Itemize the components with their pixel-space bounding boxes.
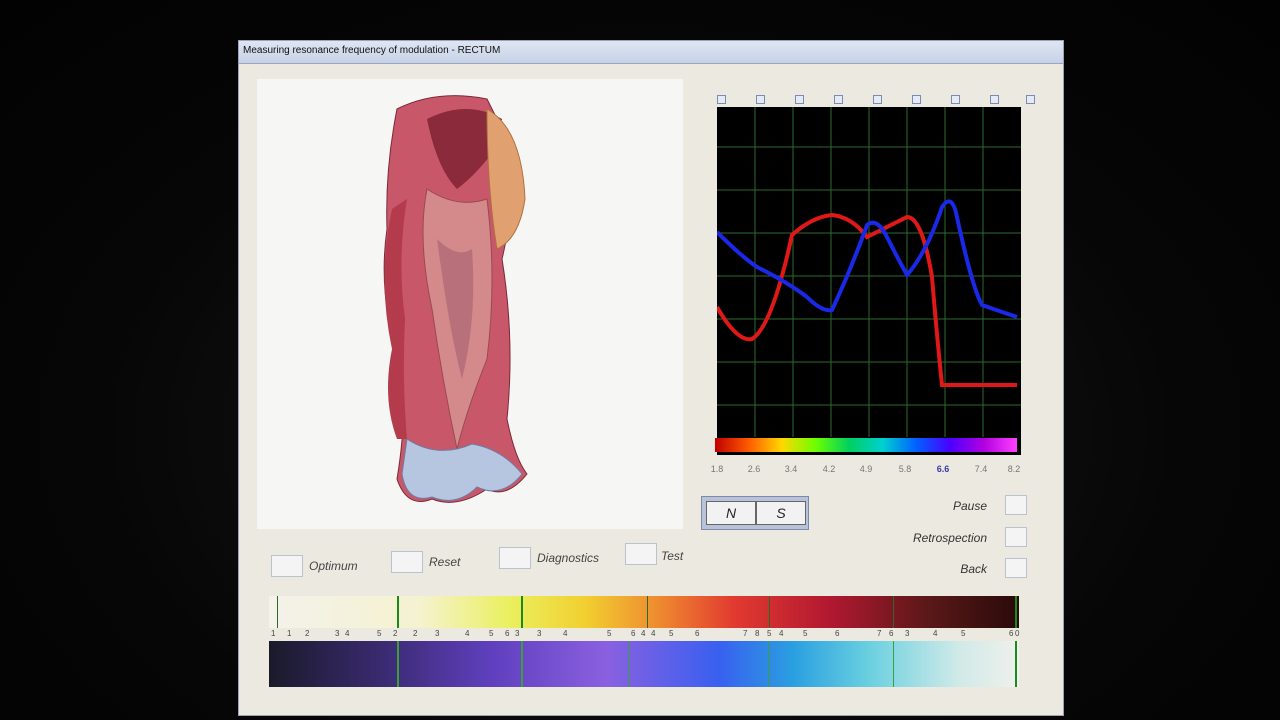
reset-checkbox[interactable] xyxy=(391,551,423,573)
window-title: Measuring resonance frequency of modulat… xyxy=(243,45,501,56)
graph-tick-label: 1.8 xyxy=(710,464,724,474)
spectrum-line xyxy=(647,596,648,628)
freq-number: 6 xyxy=(695,629,700,638)
spectrum-line xyxy=(521,641,523,687)
spectrum-line xyxy=(893,641,894,687)
graph-tick-label: 2.6 xyxy=(747,464,761,474)
frequency-marker[interactable] xyxy=(912,95,921,104)
graph-tick-label-active: 6.6 xyxy=(936,464,950,474)
test-label: Test xyxy=(661,549,684,563)
spectrum-line xyxy=(1015,596,1017,628)
red-curve xyxy=(715,212,1017,387)
freq-number: 2 xyxy=(413,629,418,638)
back-checkbox[interactable] xyxy=(1005,558,1027,578)
freq-number: 5 xyxy=(961,629,966,638)
spectrum-line xyxy=(629,641,630,687)
graph-tick-label: 4.9 xyxy=(859,464,873,474)
pause-checkbox[interactable] xyxy=(1005,495,1027,515)
frequency-marker[interactable] xyxy=(834,95,843,104)
frequency-marker[interactable] xyxy=(951,95,960,104)
spectrum-line xyxy=(1015,641,1017,687)
spectrum-line xyxy=(893,596,894,628)
spectrum-line xyxy=(397,596,399,628)
freq-number: 4 xyxy=(651,629,656,638)
spectrum-line xyxy=(397,641,399,687)
frequency-marker[interactable] xyxy=(717,95,726,104)
freq-number: 6 xyxy=(1009,629,1014,638)
freq-number: 3 xyxy=(905,629,910,638)
spectrum-line xyxy=(277,596,278,628)
frequency-spectrum-bottom xyxy=(269,641,1019,687)
test-checkbox[interactable] xyxy=(625,543,657,565)
resonance-graph-svg xyxy=(715,107,1021,437)
freq-number: 1 xyxy=(287,629,292,638)
diagnostics-checkbox[interactable] xyxy=(499,547,531,569)
freq-number: 3 xyxy=(335,629,340,638)
title-bar: Measuring resonance frequency of modulat… xyxy=(239,41,1063,64)
freq-number: 4 xyxy=(465,629,470,638)
spectrum-line xyxy=(521,596,523,628)
graph-tick-label: 8.2 xyxy=(1007,464,1021,474)
freq-number: 4 xyxy=(345,629,350,638)
app-window: Measuring resonance frequency of modulat… xyxy=(238,40,1064,716)
frequency-marker[interactable] xyxy=(1026,95,1035,104)
freq-number: 5 xyxy=(803,629,808,638)
freq-number: 4 xyxy=(779,629,784,638)
optimum-checkbox[interactable] xyxy=(271,555,303,577)
rectum-illustration xyxy=(383,95,528,503)
retrospection-checkbox[interactable] xyxy=(1005,527,1027,547)
frequency-marker[interactable] xyxy=(873,95,882,104)
freq-number: 6 xyxy=(505,629,510,638)
spectrum-line xyxy=(769,596,770,628)
freq-number: 4 xyxy=(641,629,646,638)
freq-number: 8 xyxy=(755,629,760,638)
graph-tick-label: 5.8 xyxy=(898,464,912,474)
diagnostics-label: Diagnostics xyxy=(537,551,600,565)
frequency-marker[interactable] xyxy=(795,95,804,104)
freq-number: 2 xyxy=(305,629,310,638)
n-button[interactable]: N xyxy=(706,501,756,525)
resonance-graph xyxy=(715,107,1021,455)
freq-number: 5 xyxy=(607,629,612,638)
freq-number: 3 xyxy=(435,629,440,638)
back-label: Back xyxy=(960,562,987,576)
optimum-label: Optimum xyxy=(309,559,358,573)
freq-number: 7 xyxy=(877,629,882,638)
freq-number: 6 xyxy=(631,629,636,638)
freq-number: 6 xyxy=(835,629,840,638)
frequency-marker[interactable] xyxy=(756,95,765,104)
freq-number: 3 xyxy=(537,629,542,638)
spectrum-line xyxy=(769,641,770,687)
organ-image-panel xyxy=(257,79,683,529)
freq-number: 5 xyxy=(377,629,382,638)
freq-number: 7 xyxy=(743,629,748,638)
freq-number: 1 xyxy=(271,629,276,638)
graph-tick-label: 4.2 xyxy=(822,464,836,474)
freq-number: 5 xyxy=(489,629,494,638)
s-button[interactable]: S xyxy=(756,501,806,525)
frequency-spectrum-top: 1 1 2 3 4 5 2 2 3 4 5 6 3 3 4 5 6 4 4 5 … xyxy=(269,596,1019,638)
retrospection-label: Retrospection xyxy=(912,531,987,545)
freq-number: 3 xyxy=(515,629,520,638)
freq-number: 2 xyxy=(393,629,398,638)
frequency-marker[interactable] xyxy=(990,95,999,104)
freq-number: 5 xyxy=(669,629,674,638)
freq-number: 6 xyxy=(889,629,894,638)
freq-number: 5 xyxy=(767,629,772,638)
freq-number: 4 xyxy=(563,629,568,638)
graph-tick-label: 7.4 xyxy=(974,464,988,474)
freq-number: 4 xyxy=(933,629,938,638)
pause-label: Pause xyxy=(952,499,987,513)
freq-number: 0 xyxy=(1015,629,1020,638)
blue-curve xyxy=(715,199,1018,319)
graph-tick-label: 3.4 xyxy=(784,464,798,474)
reset-label: Reset xyxy=(429,555,461,569)
color-spectrum-bar xyxy=(715,438,1017,452)
polarity-toggle: N S xyxy=(701,496,809,530)
